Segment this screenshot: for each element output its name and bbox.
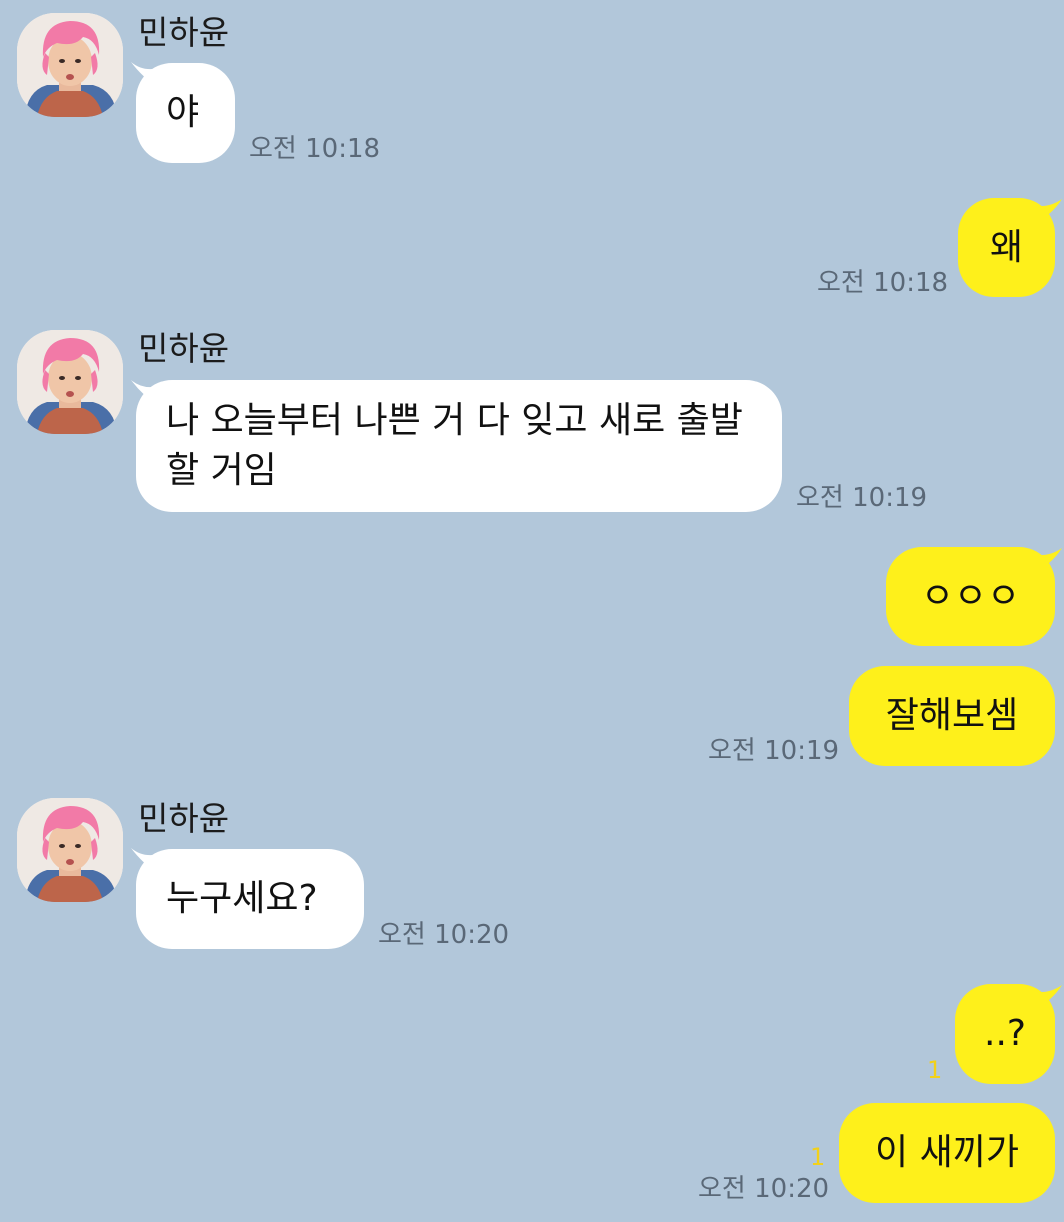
sender-name: 민하윤	[138, 329, 230, 368]
unread-count: 1	[810, 1143, 826, 1171]
avatar[interactable]	[17, 798, 123, 902]
sender-name: 민하윤	[138, 799, 230, 838]
message-text: 누구세요?	[166, 878, 318, 919]
message-time: 오전 10:18	[249, 134, 381, 164]
avatar[interactable]	[17, 13, 123, 117]
profile-photo-icon	[17, 13, 123, 117]
avatar[interactable]	[17, 330, 123, 434]
profile-photo-icon	[17, 798, 123, 902]
message-text: 왜	[989, 226, 1024, 268]
sender-name: 민하윤	[138, 13, 230, 52]
message-text: 나 오늘부터 나쁜 거 다 잊고 새로 출발 할 거임	[166, 400, 743, 491]
message-time: 오전 10:19	[796, 483, 928, 513]
message-text: ..?	[984, 1013, 1026, 1054]
message-bubble[interactable]: 야	[136, 63, 235, 163]
message-bubble[interactable]: 누구세요?	[136, 849, 364, 949]
message-time: 오전 10:20	[378, 920, 510, 950]
message-time: 오전 10:20	[698, 1174, 830, 1204]
message-time: 오전 10:18	[817, 268, 949, 298]
message-bubble[interactable]: 잘해보셈	[849, 666, 1055, 766]
message-bubble[interactable]: 나 오늘부터 나쁜 거 다 잊고 새로 출발 할 거임	[136, 380, 782, 512]
message-text: ㅇㅇㅇ	[920, 575, 1021, 617]
message-text: 잘해보셈	[885, 695, 1019, 736]
unread-count: 1	[927, 1056, 943, 1084]
message-bubble[interactable]: 이 새끼가	[839, 1103, 1055, 1203]
message-text: 이 새끼가	[875, 1132, 1019, 1173]
profile-photo-icon	[17, 330, 123, 434]
message-bubble[interactable]: ㅇㅇㅇ	[886, 547, 1055, 646]
message-bubble[interactable]: ..?	[955, 984, 1055, 1084]
message-bubble[interactable]: 왜	[958, 198, 1055, 297]
message-time: 오전 10:19	[708, 736, 840, 766]
message-text: 야	[166, 92, 200, 133]
